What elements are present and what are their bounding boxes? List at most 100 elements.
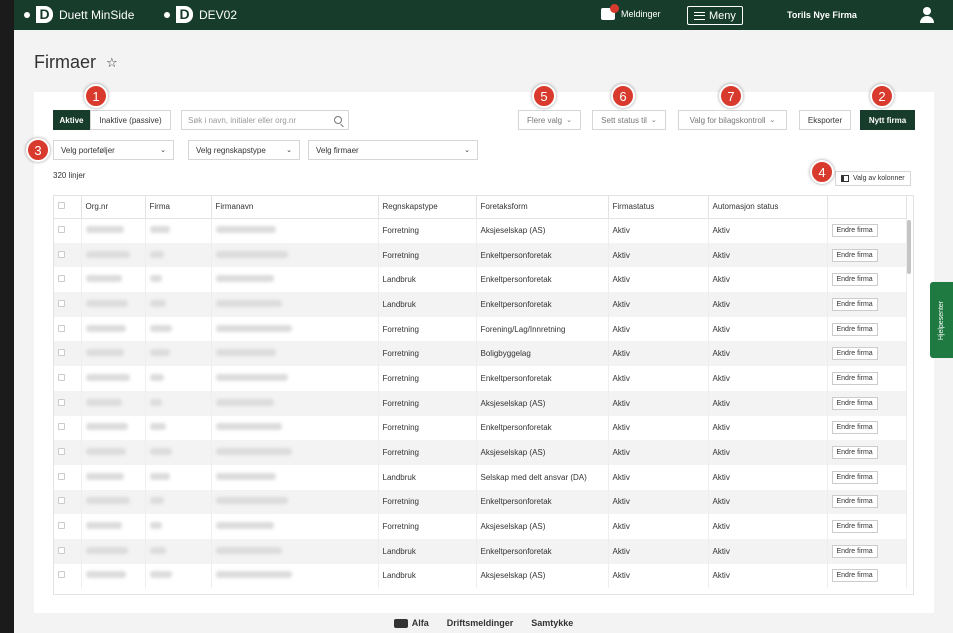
actions-cell: Endre firma: [827, 538, 907, 564]
table-row[interactable]: Landbruk Enkeltpersonforetak Aktiv Aktiv End…: [54, 538, 907, 564]
menu-button[interactable]: Meny: [687, 6, 743, 25]
favorite-star-icon[interactable]: ☆: [106, 55, 118, 71]
edit-firm-button[interactable]: Endre firma: [831, 495, 878, 509]
export-button[interactable]: Eksporter: [799, 110, 851, 130]
inactive-toggle-button[interactable]: Inaktive (passive): [90, 110, 171, 130]
edit-firm-button[interactable]: Endre firma: [831, 544, 878, 558]
header-firmanavn[interactable]: Firmanavn: [211, 196, 379, 219]
foretaksform-cell: Aksjeselskap (AS): [476, 563, 609, 589]
row-checkbox[interactable]: [58, 423, 65, 431]
row-checkbox[interactable]: [58, 299, 65, 307]
header-firma[interactable]: Firma: [145, 196, 212, 219]
edit-firm-button[interactable]: Endre firma: [831, 520, 878, 534]
table-row[interactable]: Landbruk Enkeltpersonforetak Aktiv Aktiv End…: [54, 292, 907, 317]
search-input[interactable]: Søk i navn, initialer eller org.nr: [181, 110, 349, 130]
table-row[interactable]: Forretning Aksjeselskap (AS) Aktiv Aktiv End…: [54, 390, 907, 416]
table-scrollbar[interactable]: [907, 220, 911, 274]
table-row[interactable]: Forretning Aksjeselskap (AS) Aktiv Aktiv End…: [54, 440, 907, 465]
environment-label: DEV02: [199, 7, 238, 22]
redacted-value: [215, 250, 288, 258]
table-row[interactable]: Forretning Boligbyggelag Aktiv Aktiv Endre f…: [54, 341, 907, 367]
edit-firm-button[interactable]: Endre firma: [831, 371, 878, 385]
new-firm-button[interactable]: Nytt firma: [860, 110, 915, 130]
row-checkbox-cell: [54, 514, 82, 539]
current-firm[interactable]: Torils Nye Firma: [787, 10, 857, 20]
user-icon[interactable]: [919, 7, 935, 23]
edit-firm-button[interactable]: Endre firma: [831, 396, 878, 410]
table-row[interactable]: Forretning Enkeltpersonforetak Aktiv Aktiv E…: [54, 415, 907, 441]
operations-link[interactable]: Driftsmeldinger: [447, 618, 514, 628]
orgnr-cell: [81, 316, 146, 342]
row-checkbox[interactable]: [58, 349, 65, 357]
firma-cell: [145, 366, 212, 391]
row-checkbox-cell: [54, 415, 82, 441]
row-checkbox[interactable]: [58, 250, 65, 258]
table-row[interactable]: Forretning Enkeltpersonforetak Aktiv Aktiv E…: [54, 242, 907, 268]
edit-firm-button[interactable]: Endre firma: [831, 470, 878, 484]
table-row[interactable]: Forretning Aksjeselskap (AS) Aktiv Aktiv End…: [54, 514, 907, 539]
help-center-tab[interactable]: Hjelpesenter: [930, 282, 953, 358]
redacted-value: [215, 497, 288, 505]
alfa-link[interactable]: Alfa: [393, 618, 429, 629]
edit-firm-button[interactable]: Endre firma: [831, 248, 878, 262]
row-checkbox[interactable]: [58, 398, 65, 406]
voucher-control-dropdown[interactable]: Valg for bilagskontroll ⌄: [678, 110, 787, 130]
row-checkbox[interactable]: [58, 472, 65, 480]
edit-firm-button[interactable]: Endre firma: [831, 347, 878, 361]
table-row[interactable]: Forretning Enkeltpersonforetak Aktiv Aktiv E…: [54, 366, 907, 391]
edit-firm-button[interactable]: Endre firma: [831, 569, 878, 583]
firmanavn-cell: [211, 489, 379, 515]
set-status-label: Sett status til: [601, 115, 647, 125]
table-row[interactable]: Landbruk Selskap med delt ansvar (DA) Akti…: [54, 464, 907, 490]
messages-button[interactable]: Meldinger: [601, 4, 661, 20]
row-checkbox[interactable]: [58, 497, 65, 505]
redacted-value: [85, 349, 124, 357]
regnskapstype-cell: Forretning: [378, 341, 477, 367]
brand-link[interactable]: D Duett MinSide: [24, 6, 134, 23]
accounting-type-select[interactable]: Velg regnskapstype ⌄: [188, 140, 300, 160]
set-status-dropdown[interactable]: Sett status til ⌄: [592, 110, 666, 130]
table-row[interactable]: Landbruk Enkeltpersonforetak Aktiv Aktiv End…: [54, 267, 907, 293]
row-checkbox[interactable]: [58, 324, 65, 332]
row-checkbox[interactable]: [58, 546, 65, 554]
firmastatus-cell: Aktiv: [608, 267, 709, 293]
firmastatus-cell: Aktiv: [608, 489, 709, 515]
search-icon[interactable]: [334, 116, 342, 124]
header-automasjon-status[interactable]: Automasjon status: [708, 196, 828, 219]
row-checkbox[interactable]: [58, 275, 65, 283]
header-orgnr[interactable]: Org.nr: [81, 196, 146, 219]
redacted-value: [215, 373, 288, 381]
row-checkbox[interactable]: [58, 522, 65, 530]
column-options-button[interactable]: Valg av kolonner: [835, 171, 911, 186]
table-row[interactable]: Forretning Forening/Lag/Innretning Aktiv Ak…: [54, 316, 907, 342]
header-firmastatus[interactable]: Firmastatus: [608, 196, 709, 219]
edit-firm-button[interactable]: Endre firma: [831, 322, 878, 336]
active-toggle-button[interactable]: Aktive: [53, 110, 90, 130]
header-foretaksform[interactable]: Foretaksform: [476, 196, 609, 219]
row-checkbox[interactable]: [58, 373, 65, 381]
row-checkbox[interactable]: [58, 571, 65, 579]
consent-link[interactable]: Samtykke: [531, 618, 573, 628]
annotation-badge-3: 3: [26, 138, 50, 162]
firma-cell: [145, 292, 212, 317]
firms-select[interactable]: Velg firmaer ⌄: [308, 140, 478, 160]
table-row[interactable]: Forretning Aksjeselskap (AS) Aktiv Aktiv End…: [54, 218, 907, 243]
firmanavn-cell: [211, 514, 379, 539]
orgnr-cell: [81, 390, 146, 416]
header-regnskapstype[interactable]: Regnskapstype: [378, 196, 477, 219]
environment-switcher[interactable]: D DEV02: [164, 6, 237, 23]
more-options-dropdown[interactable]: Flere valg ⌄: [518, 110, 581, 130]
regnskapstype-cell: Forretning: [378, 390, 477, 416]
edit-firm-button[interactable]: Endre firma: [831, 421, 878, 435]
row-checkbox[interactable]: [58, 448, 65, 456]
select-all-checkbox[interactable]: [58, 202, 65, 210]
row-checkbox[interactable]: [58, 226, 65, 234]
edit-firm-button[interactable]: Endre firma: [831, 224, 878, 238]
table-row[interactable]: Landbruk Aksjeselskap (AS) Aktiv Aktiv Endre…: [54, 563, 907, 589]
portfolio-select[interactable]: Velg porteføljer ⌄: [53, 140, 174, 160]
edit-firm-button[interactable]: Endre firma: [831, 297, 878, 311]
edit-firm-button[interactable]: Endre firma: [831, 273, 878, 287]
edit-firm-button[interactable]: Endre firma: [831, 446, 878, 460]
table-row[interactable]: Forretning Enkeltpersonforetak Aktiv Aktiv E…: [54, 489, 907, 515]
orgnr-cell: [81, 464, 146, 490]
